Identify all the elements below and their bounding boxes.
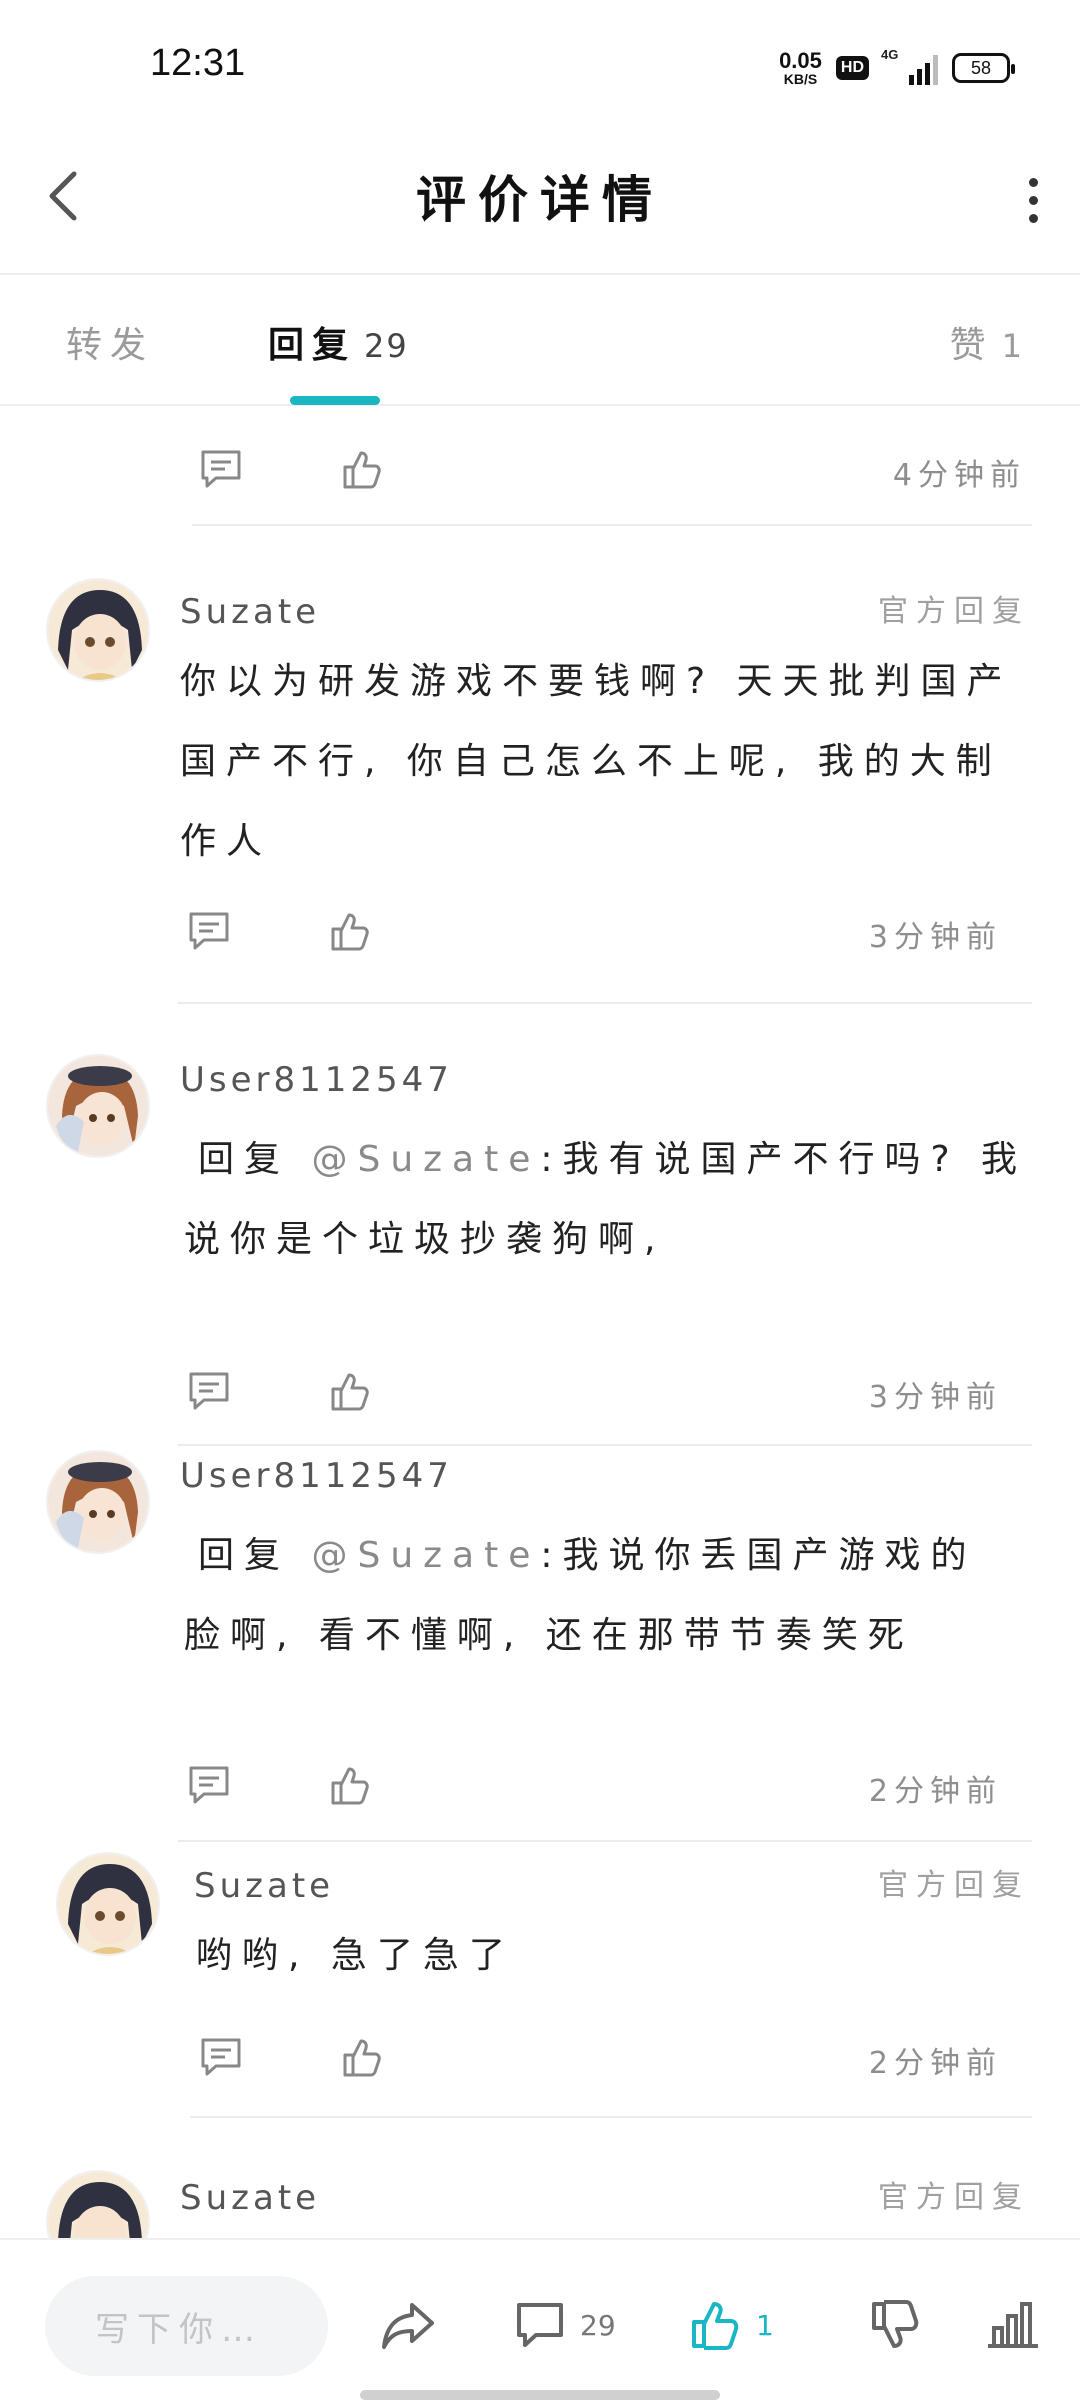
active-tab-indicator <box>290 396 380 405</box>
reply-time: 3分钟前 <box>868 1380 1002 1415</box>
divider <box>190 2116 1032 2118</box>
status-bar: 12:31 0.05 KB/S HD 4G 58 <box>0 0 1080 120</box>
official-reply-badge: 官方回复 <box>878 1868 1030 1903</box>
reply-list[interactable]: 4分钟前 Suzate 官方回复 你以为研发游戏不要钱啊? 天天批判国产国产不行… <box>0 408 1080 2238</box>
thumbs-down-icon <box>872 2300 919 2348</box>
mention-link[interactable]: @Suzate <box>311 1139 540 1180</box>
tab-reply-label: 回复 <box>268 325 357 366</box>
bar-chart-icon <box>988 2302 1038 2348</box>
network-speed-unit: KB/S <box>783 71 818 87</box>
reply-prefix: 回复 <box>198 1139 291 1180</box>
thumbs-up-icon[interactable] <box>336 444 386 494</box>
comment-button[interactable]: 29 <box>514 2290 616 2360</box>
divider <box>178 1002 1032 1004</box>
like-count: 1 <box>756 2308 774 2342</box>
list-item: Suzate 官方回复 <box>0 2170 1080 2238</box>
share-button[interactable] <box>378 2290 438 2360</box>
page-title: 评价详情 <box>416 171 664 229</box>
official-reply-badge: 官方回复 <box>878 594 1030 629</box>
bottom-action-bar: 写下你… 29 1 <box>0 2238 1080 2400</box>
battery-icon: 58 <box>952 53 1015 83</box>
reply-prefix: 回复 <box>198 1535 291 1576</box>
signal-icon: 4G <box>881 47 938 85</box>
comment-icon[interactable] <box>184 1366 234 1416</box>
mention-link[interactable]: @Suzate <box>311 1535 540 1576</box>
tab-reply[interactable]: 回复 29 <box>268 316 409 368</box>
thumbs-up-icon[interactable] <box>324 906 374 956</box>
official-reply-badge: 官方回复 <box>878 2180 1030 2215</box>
username[interactable]: User8112547 <box>180 1060 453 1100</box>
comment-input[interactable]: 写下你… <box>45 2276 328 2376</box>
list-item: 4分钟前 <box>0 408 1080 528</box>
network-speed: 0.05 KB/S <box>779 48 822 87</box>
reply-content: 哟哟, 急了急了 <box>196 1935 515 1976</box>
reply-actions: 3分钟前 <box>184 906 1064 966</box>
divider <box>192 524 1032 526</box>
reply-time: 2分钟前 <box>868 2046 1002 2081</box>
reply-actions: 2分钟前 <box>184 1760 1064 1820</box>
thumbs-up-icon <box>692 2302 739 2350</box>
comment-icon[interactable] <box>184 1760 234 1810</box>
thumbs-up-icon[interactable] <box>324 1760 374 1810</box>
comment-icon[interactable] <box>196 2032 246 2082</box>
reply-time: 3分钟前 <box>868 920 1002 955</box>
avatar[interactable] <box>46 1054 150 1158</box>
hd-icon: HD <box>835 56 869 80</box>
tab-like[interactable]: 赞1 <box>950 316 1024 368</box>
tab-reply-count: 29 <box>364 327 409 365</box>
reply-actions: 2分钟前 <box>196 2032 1076 2092</box>
reply-actions: 3分钟前 <box>184 1366 1064 1426</box>
header: 评价详情 <box>0 120 1080 275</box>
list-item: User8112547 回复 @Suzate:我有说国产不行吗? 我说你是个垃圾… <box>0 1054 1080 1454</box>
status-time: 12:31 <box>150 42 246 84</box>
avatar[interactable] <box>46 1450 150 1554</box>
tab-bar: 转发 回复 29 赞1 <box>0 276 1080 406</box>
comment-icon[interactable] <box>184 906 234 956</box>
username[interactable]: Suzate <box>180 2178 320 2218</box>
tab-like-label: 赞 <box>949 325 994 366</box>
more-options-icon[interactable] <box>1018 170 1048 230</box>
home-indicator[interactable] <box>360 2390 720 2400</box>
reply-time: 4分钟前 <box>892 458 1026 493</box>
comment-count: 29 <box>580 2308 616 2342</box>
list-item: Suzate 官方回复 哟哟, 急了急了 2分钟前 <box>0 1852 1080 2132</box>
reply-time: 2分钟前 <box>868 1774 1002 1809</box>
username[interactable]: Suzate <box>194 1866 334 1906</box>
avatar[interactable] <box>46 578 150 682</box>
comment-icon[interactable] <box>196 444 246 494</box>
comment-icon <box>517 2303 563 2347</box>
username[interactable]: User8112547 <box>180 1456 453 1496</box>
list-item: User8112547 回复 @Suzate:我说你丢国产游戏的脸啊, 看不懂啊… <box>0 1450 1080 1850</box>
thumbs-up-icon[interactable] <box>324 1366 374 1416</box>
tab-repost-label: 转发 <box>66 325 155 366</box>
divider <box>178 1444 1032 1446</box>
status-icons: 0.05 KB/S HD 4G 58 <box>779 46 1015 90</box>
reply-text: :我说你丢国产游戏的脸啊, 看不懂啊, 还在那带节奏笑死 <box>184 1535 977 1656</box>
list-item: Suzate 官方回复 你以为研发游戏不要钱啊? 天天批判国产国产不行, 你自己… <box>0 578 1080 1018</box>
like-button[interactable]: 1 <box>688 2290 774 2360</box>
battery-level: 58 <box>970 57 992 78</box>
divider <box>178 1840 1032 1842</box>
reply-actions: 4分钟前 <box>196 444 1076 504</box>
reply-content: 你以为研发游戏不要钱啊? 天天批判国产国产不行, 你自己怎么不上呢, 我的大制作… <box>180 661 1013 862</box>
avatar[interactable] <box>46 2170 150 2238</box>
signal-label: 4G <box>881 47 899 62</box>
reply-content: 回复 @Suzate:我有说国产不行吗? 我说你是个垃圾抄袭狗啊, <box>184 1120 1034 1280</box>
share-icon <box>382 2303 434 2349</box>
tab-like-count: 1 <box>1001 327 1024 365</box>
network-speed-value: 0.05 <box>779 48 822 73</box>
avatar[interactable] <box>56 1852 160 1956</box>
dislike-button[interactable] <box>868 2290 922 2360</box>
thumbs-up-icon[interactable] <box>336 2032 386 2082</box>
stats-button[interactable] <box>986 2290 1040 2360</box>
reply-content: 回复 @Suzate:我说你丢国产游戏的脸啊, 看不懂啊, 还在那带节奏笑死 <box>184 1516 984 1676</box>
tab-repost[interactable]: 转发 <box>66 316 154 368</box>
username[interactable]: Suzate <box>180 592 320 632</box>
